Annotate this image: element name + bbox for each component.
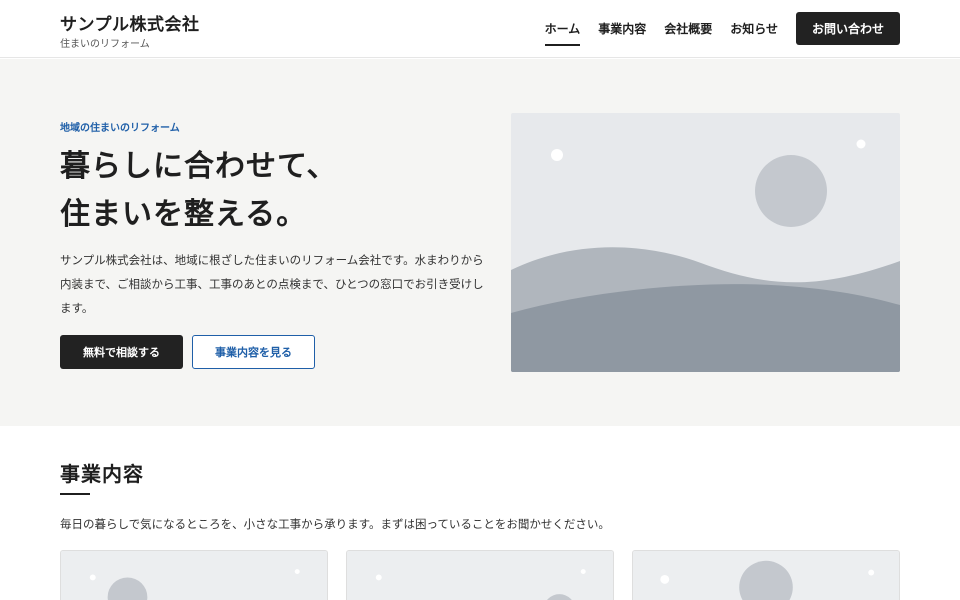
hero-title: 暮らしに合わせて、 住まいを整える。	[60, 143, 490, 239]
services-lead: 毎日の暮らしで気になるところを、小さな工事から承ります。まずは困っていることをお…	[60, 517, 610, 531]
landscape-placeholder-icon	[347, 551, 613, 600]
nav-item-home[interactable]: ホーム	[544, 0, 580, 58]
landscape-placeholder-icon	[633, 551, 899, 600]
services-title-rule	[60, 493, 90, 495]
site-header: サンプル株式会社 住まいのリフォーム ホーム 事業内容 会社概要 お知らせ お問…	[0, 0, 960, 58]
hero-section: 地域の住まいのリフォーム 暮らしに合わせて、 住まいを整える。 サンプル株式会社…	[0, 59, 960, 426]
main-nav: ホーム 事業内容 会社概要 お知らせ	[544, 0, 778, 58]
services-title: 事業内容	[60, 462, 144, 486]
service-card-1[interactable]	[60, 550, 328, 600]
nav-item-company[interactable]: 会社概要	[664, 0, 712, 58]
landscape-placeholder-icon	[511, 113, 900, 372]
service-card-3[interactable]	[632, 550, 900, 600]
service-card-2[interactable]	[346, 550, 614, 600]
nav-item-news[interactable]: お知らせ	[730, 0, 778, 58]
free-consultation-button[interactable]: 無料で相談する	[60, 335, 183, 369]
brand-name[interactable]: サンプル株式会社	[60, 10, 200, 35]
hero-description: サンプル株式会社は、地域に根ざした住まいのリフォーム会社です。水まわりから内装ま…	[60, 253, 484, 315]
contact-button[interactable]: お問い合わせ	[796, 12, 900, 45]
hero-eyebrow: 地域の住まいのリフォーム	[60, 123, 180, 134]
hero-title-line-2: 住まいを整える。	[60, 197, 308, 232]
view-services-button[interactable]: 事業内容を見る	[192, 335, 315, 369]
landscape-placeholder-icon	[61, 551, 327, 600]
brand-tagline: 住まいのリフォーム	[60, 39, 150, 50]
hero-title-line-1: 暮らしに合わせて、	[60, 149, 338, 184]
nav-item-services[interactable]: 事業内容	[598, 0, 646, 58]
hero-image	[511, 113, 900, 372]
